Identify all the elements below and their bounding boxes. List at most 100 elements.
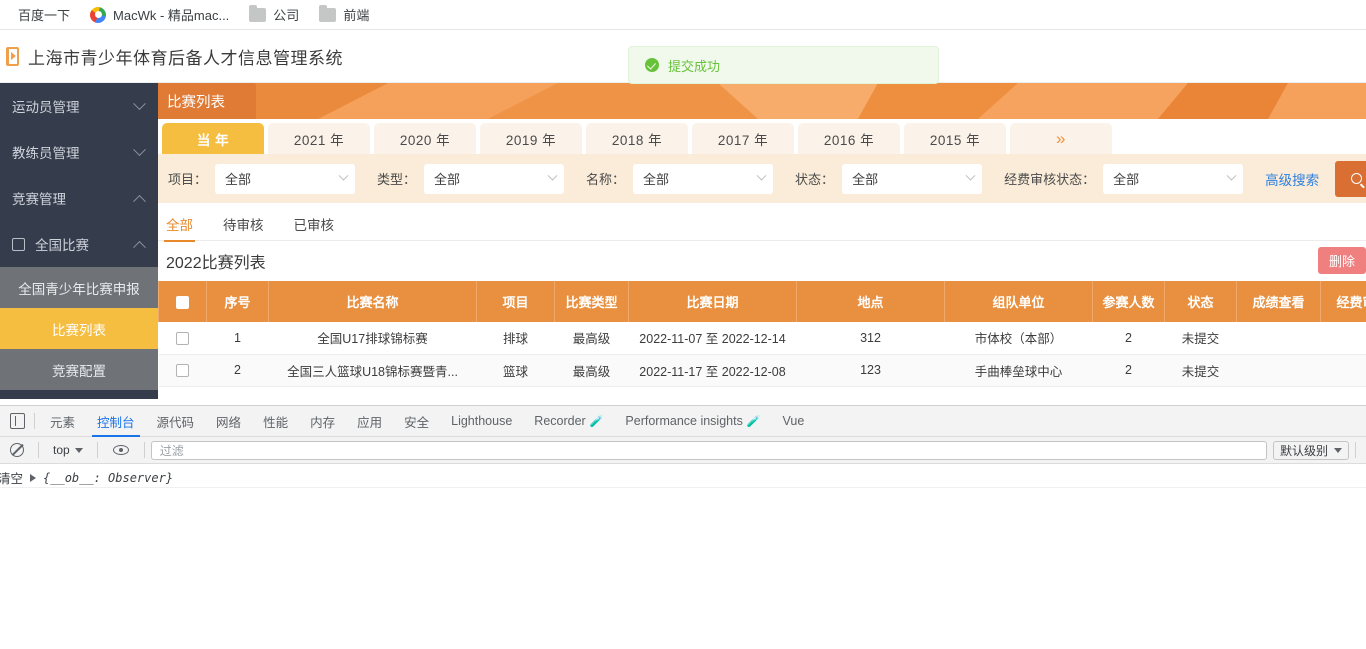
magnifier-icon: [1351, 173, 1363, 184]
triangle-right-icon[interactable]: [30, 473, 37, 482]
tab-year-2020[interactable]: 2020 年: [374, 123, 476, 154]
row-score[interactable]: [1236, 322, 1321, 355]
divider: [34, 413, 35, 429]
row-place: 312: [796, 322, 945, 355]
devtools-tab-performance-insights[interactable]: Performance insights 🧪: [614, 406, 771, 437]
console-output: 清空 {__ob__: Observer}: [0, 464, 1366, 649]
checkbox-icon[interactable]: [176, 331, 189, 345]
tab-pending-review[interactable]: 待审核: [223, 207, 264, 241]
bookmark-label: 百度一下: [18, 8, 71, 23]
bookmark-item[interactable]: MacWk - 精品mac...: [82, 2, 237, 27]
devtools-tab-label: Recorder: [534, 414, 586, 428]
console-clear-label[interactable]: 清空: [0, 468, 23, 487]
devtools-tab-network[interactable]: 网络: [205, 406, 252, 437]
devtools-tab-console[interactable]: 控制台: [86, 406, 146, 437]
console-context-selector[interactable]: top: [45, 443, 91, 457]
devtools-tab-application[interactable]: 应用: [346, 406, 393, 437]
chevron-down-icon: [547, 170, 558, 181]
filter-label-status: 状态：: [795, 172, 835, 187]
banner-title: 比赛列表: [158, 83, 256, 119]
sidebar-item-national-competition[interactable]: 全国比赛: [0, 221, 158, 267]
console-level-select[interactable]: 默认级别: [1272, 440, 1349, 460]
row-funding[interactable]: [1320, 322, 1366, 355]
devtools-tab-elements[interactable]: 元素: [39, 406, 86, 437]
chevron-down-icon: [74, 447, 83, 453]
filter-select-funding-status[interactable]: 全部: [1103, 163, 1244, 194]
tab-year-2021[interactable]: 2021 年: [268, 123, 370, 154]
checkbox-icon[interactable]: [12, 237, 25, 251]
sidebar-item-athlete-management[interactable]: 运动员管理: [0, 83, 158, 129]
tab-current-year[interactable]: 当 年: [162, 123, 264, 154]
row-checkbox-cell[interactable]: [158, 322, 207, 355]
devtools-tab-sources[interactable]: 源代码: [146, 406, 206, 437]
filter-select-project[interactable]: 全部: [215, 163, 356, 194]
row-project: 篮球: [476, 354, 555, 387]
tab-reviewed[interactable]: 已审核: [294, 207, 335, 241]
devtools-tab-recorder[interactable]: Recorder 🧪: [523, 406, 614, 437]
delete-button[interactable]: 删除: [1317, 247, 1366, 274]
filter-select-name[interactable]: 全部: [633, 163, 774, 194]
row-unit: 市体校（本部）: [944, 322, 1093, 355]
devtools-tab-performance[interactable]: 性能: [252, 406, 299, 437]
advanced-search-link[interactable]: 高级搜索: [1265, 169, 1319, 189]
bookmark-folder[interactable]: 前端: [311, 2, 377, 27]
tab-year-2018[interactable]: 2018 年: [586, 123, 688, 154]
bookmark-folder[interactable]: 公司: [241, 2, 307, 27]
filter-label-name: 名称：: [586, 172, 626, 187]
inspect-element-icon[interactable]: [10, 413, 25, 429]
tab-year-2015[interactable]: 2015 年: [904, 123, 1006, 154]
table-header-index: 序号: [206, 281, 269, 322]
tab-year-2016[interactable]: 2016 年: [798, 123, 900, 154]
sidebar-item-national-youth-application[interactable]: 全国青少年比赛申报: [0, 267, 158, 308]
filter-value: 全部: [852, 172, 879, 187]
tab-year-2017[interactable]: 2017 年: [692, 123, 794, 154]
devtools-tab-memory[interactable]: 内存: [299, 406, 346, 437]
filter-label-funding-status: 经费审核状态：: [1004, 172, 1096, 187]
tab-all[interactable]: 全部: [164, 207, 195, 242]
sidebar-item-coach-management[interactable]: 教练员管理: [0, 129, 158, 175]
table-title: 2022比赛列表: [166, 255, 266, 272]
console-output-value: {__ob__: Observer}: [43, 470, 174, 485]
sidebar-subitem-label: 全国青少年比赛申报: [18, 281, 140, 297]
search-button[interactable]: 查询: [1335, 160, 1366, 197]
section-banner: 比赛列表: [158, 83, 1366, 119]
bookmark-item[interactable]: 百度一下: [10, 2, 78, 27]
table-row[interactable]: 2 全国三人篮球U18锦标赛暨青... 篮球 最高级 2022-11-17 至 …: [158, 354, 1366, 387]
filter-select-status[interactable]: 全部: [842, 163, 983, 194]
browser-bookmark-bar: 百度一下 MacWk - 精品mac... 公司 前端: [0, 0, 1366, 30]
tab-year-2019[interactable]: 2019 年: [480, 123, 582, 154]
row-funding[interactable]: [1320, 354, 1366, 387]
row-type: 最高级: [554, 322, 629, 355]
devtools-tab-lighthouse[interactable]: Lighthouse: [440, 406, 523, 437]
table-header-type: 比赛类型: [554, 281, 629, 322]
flask-icon: 🧪: [589, 415, 604, 428]
table-row[interactable]: 1 全国U17排球锦标赛 排球 最高级 2022-11-07 至 2022-12…: [158, 322, 1366, 355]
tab-more-years-chevron-icon[interactable]: »: [1010, 123, 1112, 154]
row-count: 2: [1092, 354, 1165, 387]
app-logo-icon: [6, 46, 19, 66]
sidebar-item-competition-list[interactable]: 比赛列表: [0, 308, 158, 349]
devtools-tab-bar: 元素 控制台 源代码 网络 性能 内存 应用 安全 Lighthouse Rec…: [0, 406, 1366, 437]
checkbox-icon[interactable]: [176, 296, 189, 310]
console-filter-input[interactable]: 过滤: [150, 440, 1267, 460]
row-checkbox-cell[interactable]: [158, 354, 207, 387]
eye-icon[interactable]: [112, 445, 129, 455]
checkbox-icon[interactable]: [176, 364, 189, 378]
console-line[interactable]: 清空 {__ob__: Observer}: [0, 468, 1366, 488]
no-entry-icon[interactable]: [10, 443, 24, 457]
row-score[interactable]: [1236, 354, 1321, 387]
table-toolbar: 2022比赛列表 删除: [158, 241, 1366, 281]
devtools-tab-security[interactable]: 安全: [393, 406, 440, 437]
devtools-tab-label: Performance insights: [625, 414, 743, 428]
sidebar-item-competition-management[interactable]: 竞赛管理: [0, 175, 158, 221]
status-tab-bar: 全部 待审核 已审核: [158, 207, 1366, 242]
table-header-select-all[interactable]: [158, 281, 207, 322]
folder-icon: [319, 4, 337, 22]
row-index: 2: [206, 354, 269, 387]
filter-select-type[interactable]: 全部: [424, 163, 565, 194]
devtools-tab-vue[interactable]: Vue: [772, 406, 816, 437]
row-name: 全国U17排球锦标赛: [268, 322, 477, 355]
sidebar-item-competition-config[interactable]: 竞赛配置: [0, 349, 158, 390]
sidebar-item-local-competition[interactable]: 市内比赛: [0, 390, 158, 399]
filter-label-project: 项目：: [168, 172, 208, 187]
